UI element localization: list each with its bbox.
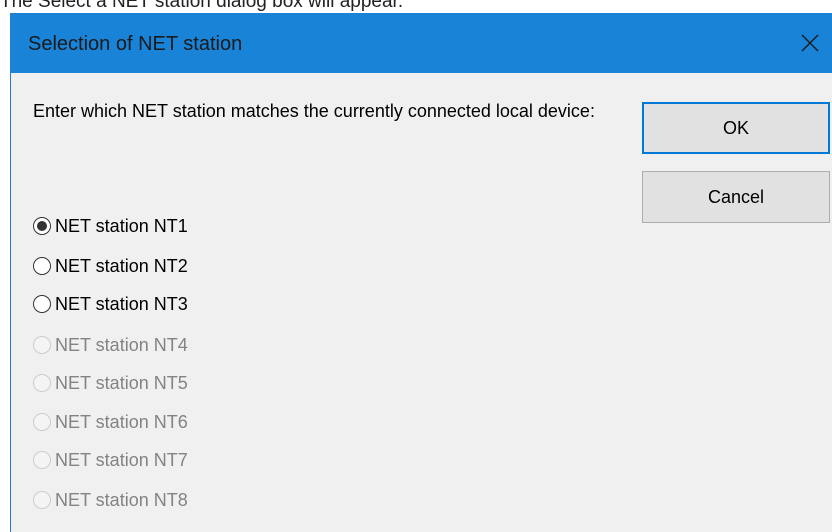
radio-option-nt3[interactable]: NET station NT3 <box>33 289 188 319</box>
close-button[interactable] <box>787 13 832 73</box>
radio-label: NET station NT4 <box>55 334 188 355</box>
radio-button[interactable] <box>33 295 51 313</box>
radio-option-nt1[interactable]: NET station NT1 <box>33 211 188 241</box>
cancel-button[interactable]: Cancel <box>642 171 830 223</box>
radio-label: NET station NT3 <box>55 293 188 314</box>
net-station-dialog: Selection of NET station Enter which NET… <box>10 13 832 532</box>
radio-label: NET station NT2 <box>55 255 188 276</box>
radio-button[interactable] <box>33 257 51 275</box>
radio-option-nt8: NET station NT8 <box>33 485 188 515</box>
radio-label: NET station NT5 <box>55 372 188 393</box>
radio-label: NET station NT7 <box>55 449 188 470</box>
dialog-title: Selection of NET station <box>28 33 243 55</box>
radio-option-nt5: NET station NT5 <box>33 368 188 398</box>
radio-label: NET station NT1 <box>55 215 188 236</box>
ok-button[interactable]: OK <box>642 102 830 154</box>
title-bar: Selection of NET station <box>11 13 832 73</box>
radio-button <box>33 336 51 354</box>
radio-button[interactable] <box>33 217 51 235</box>
page-caption: The Select a NET station dialog box will… <box>0 0 404 12</box>
radio-label: NET station NT6 <box>55 411 188 432</box>
radio-option-nt4: NET station NT4 <box>33 330 188 360</box>
radio-button <box>33 413 51 431</box>
radio-label: NET station NT8 <box>55 489 188 510</box>
close-icon <box>801 34 819 52</box>
radio-option-nt6: NET station NT6 <box>33 407 188 437</box>
radio-selected-dot <box>37 221 47 231</box>
dialog-prompt: Enter which NET station matches the curr… <box>33 101 595 121</box>
radio-button <box>33 491 51 509</box>
radio-button <box>33 374 51 392</box>
radio-option-nt7: NET station NT7 <box>33 445 188 475</box>
radio-option-nt2[interactable]: NET station NT2 <box>33 251 188 281</box>
radio-button <box>33 451 51 469</box>
